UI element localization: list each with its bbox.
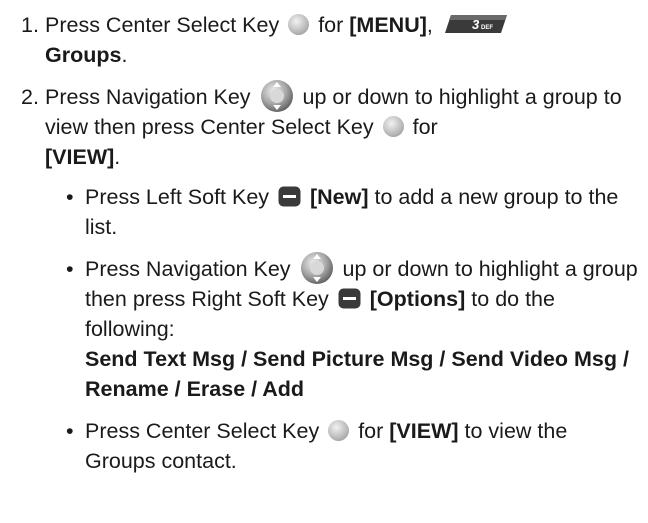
step-1: 1. Press Center Select Key for [MENU], 3…	[21, 10, 638, 70]
list-item: • Press Left Soft Key [New] to add a new…	[21, 182, 638, 242]
key-3-sub-label: DEF	[481, 25, 493, 31]
center-select-key-icon	[328, 419, 350, 441]
step-text: Press Navigation Key	[45, 85, 251, 109]
list-item: • Press Center Select Key for [VIEW] to …	[21, 416, 638, 476]
step-text: for	[318, 13, 344, 37]
view-label: [VIEW]	[389, 419, 459, 443]
step-number: 2.	[21, 85, 39, 109]
navigation-key-icon	[300, 252, 333, 285]
navigation-key-icon	[260, 80, 293, 113]
instruction-page: 1. Press Center Select Key for [MENU], 3…	[0, 0, 648, 523]
bullet-text: Press Center Select Key	[85, 419, 320, 443]
bullet-text: Press Navigation Key	[85, 257, 291, 281]
new-label: [New]	[310, 185, 369, 209]
bullet-dot: •	[66, 257, 74, 281]
bullet-text: for	[358, 419, 384, 443]
center-select-key-icon	[288, 13, 310, 35]
center-select-key-icon	[382, 115, 404, 137]
bullet-dot: •	[66, 419, 74, 443]
step-number: 1.	[21, 13, 39, 37]
list-item: • Press Navigation Key up or down to hig…	[21, 252, 638, 404]
key-3-def-icon: 3 DEF	[444, 15, 507, 34]
step-2: 2. Press Navigation Key up or down to hi…	[21, 80, 638, 172]
step-text: Press Center Select Key	[45, 13, 280, 37]
step-text: .	[114, 145, 121, 169]
options-list: Send Text Msg / Send Picture Msg / Send …	[85, 347, 629, 401]
menu-label: [MENU]	[349, 13, 427, 37]
bullet-dot: •	[66, 185, 74, 209]
right-soft-key-icon	[338, 288, 361, 309]
options-label: [Options]	[369, 287, 466, 311]
step-text: ,	[426, 13, 433, 37]
step-text: for	[412, 115, 438, 139]
view-label: [VIEW]	[45, 145, 115, 169]
bullet-text: Press Left Soft Key	[85, 185, 270, 209]
left-soft-key-icon	[278, 186, 301, 207]
groups-label: Groups	[45, 43, 122, 67]
sub-bullet-list: • Press Left Soft Key [New] to add a new…	[21, 182, 638, 476]
step-text: .	[121, 43, 128, 67]
key-3-label: 3	[472, 17, 480, 32]
